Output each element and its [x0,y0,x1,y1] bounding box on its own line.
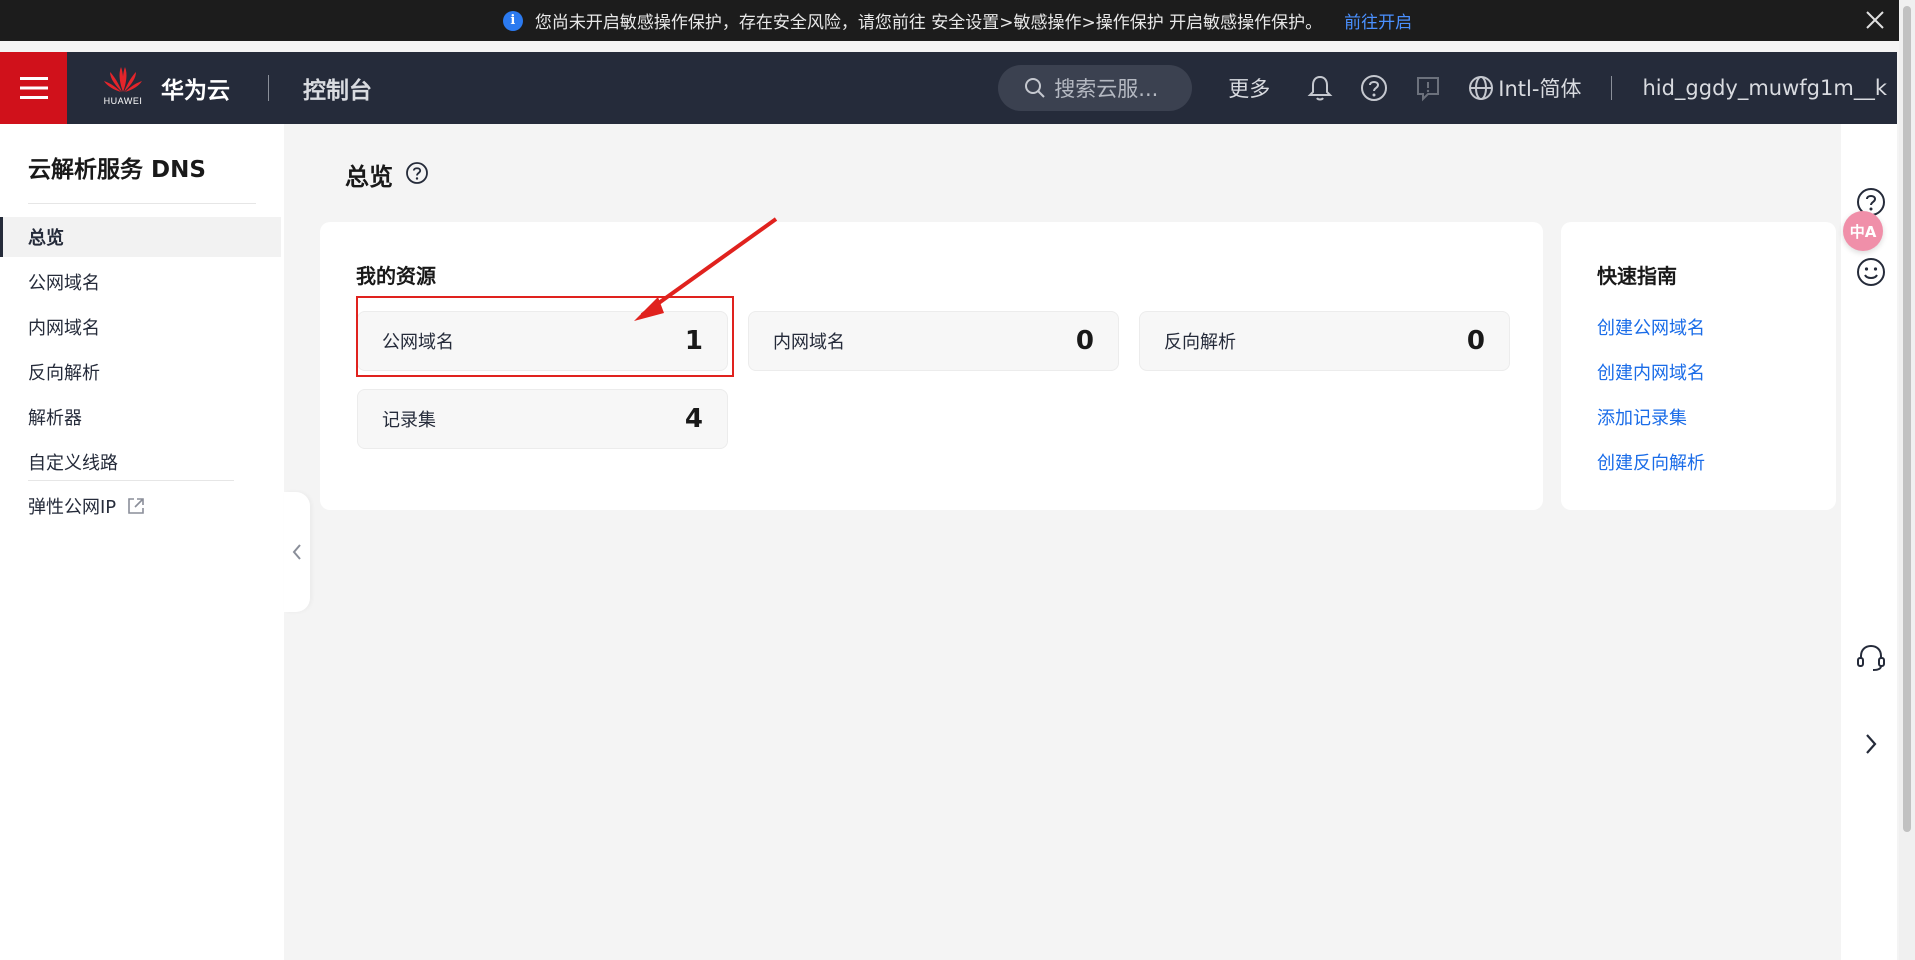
sidebar-item-label: 自定义线路 [28,453,118,474]
quick-guide-panel: 快速指南 创建公网域名 创建内网域名 添加记录集 创建反向解析 [1561,222,1836,510]
resource-card-count: 4 [684,404,703,434]
more-menu[interactable]: 更多 [1228,73,1270,103]
info-icon: i [502,10,523,31]
resource-card-reverse-resolution[interactable]: 反向解析 0 [1139,311,1510,371]
sidebar-item-label: 解析器 [28,408,82,429]
help-circle-icon[interactable] [405,161,429,185]
sidebar-item-custom-lines[interactable]: 自定义线路 [0,442,281,482]
chevron-right-icon [1866,734,1877,754]
help-button[interactable] [1360,74,1388,102]
sidebar-title: 云解析服务 DNS [28,157,206,183]
sidebar-item-label: 公网域名 [28,273,100,294]
top-header: HUAWEI 华为云 控制台 搜索云服... 更多 Intl-简体 hid_gg… [0,52,1897,124]
resource-card-label: 记录集 [382,410,436,431]
sidebar-item-eip[interactable]: 弹性公网IP [0,486,281,526]
feedback-button[interactable] [1414,74,1442,102]
chevron-left-icon [292,544,301,560]
huawei-flower-icon [104,67,142,92]
brand-name: 华为云 [161,78,230,104]
close-icon[interactable] [1863,8,1887,32]
language-label: Intl-简体 [1498,77,1582,101]
resource-card-count: 1 [684,326,703,356]
sidebar-divider [28,480,234,481]
resource-card-count: 0 [1075,326,1094,356]
sidebar: 云解析服务 DNS 总览 公网域名 内网域名 反向解析 解析器 自定义线路 弹性… [0,124,284,960]
sidebar-item-label: 弹性公网IP [28,497,117,518]
guide-link-create-reverse-resolution[interactable]: 创建反向解析 [1597,449,1705,475]
main-menu-button[interactable] [0,52,67,124]
guide-link-add-record-set[interactable]: 添加记录集 [1597,404,1687,430]
guide-link-create-public-zone[interactable]: 创建公网域名 [1597,314,1705,340]
resource-card-label: 内网域名 [773,332,845,353]
resource-card-count: 0 [1466,326,1485,356]
rail-customer-service-button[interactable] [1855,642,1887,674]
resource-card-public-zones[interactable]: 公网域名 1 [357,311,728,371]
bell-icon [1307,75,1333,101]
sidebar-item-resolver[interactable]: 解析器 [0,397,281,437]
sidebar-item-label: 内网域名 [28,318,100,339]
global-search[interactable]: 搜索云服... [998,65,1193,111]
page-title: 总览 [345,163,393,191]
quick-guide-title: 快速指南 [1597,264,1677,288]
header-divider [268,75,269,101]
resource-card-private-zones[interactable]: 内网域名 0 [748,311,1119,371]
my-resources-panel: 我的资源 公网域名 1 内网域名 0 反向解析 0 记录集 4 [320,222,1543,510]
search-placeholder: 搜索云服... [1054,77,1159,101]
headset-icon [1857,644,1885,671]
notification-button[interactable] [1306,74,1334,102]
resource-card-record-sets[interactable]: 记录集 4 [357,389,728,449]
header-divider-2 [1611,76,1613,100]
sidebar-title-divider [28,203,256,204]
sidebar-item-reverse-resolution[interactable]: 反向解析 [0,352,281,392]
sidebar-item-label: 反向解析 [28,363,100,384]
huawei-logo-mark: HUAWEI [99,64,147,112]
user-account-menu[interactable]: hid_ggdy_muwfg1m__k [1642,76,1887,100]
help-circle-icon [1361,75,1388,101]
message-icon [1417,77,1440,102]
language-switcher[interactable]: Intl-简体 [1468,73,1581,103]
external-link-icon [128,498,144,514]
hamburger-icon [19,77,48,99]
page-scrollbar-thumb[interactable] [1903,6,1911,832]
sidebar-item-public-zones[interactable]: 公网域名 [0,262,281,302]
enable-protection-link[interactable]: 前往开启 [1344,8,1412,33]
guide-link-create-private-zone[interactable]: 创建内网域名 [1597,359,1705,385]
globe-icon [1469,76,1494,100]
sidebar-item-private-zones[interactable]: 内网域名 [0,307,281,347]
logo-text: HUAWEI [103,96,143,106]
huawei-cloud-logo[interactable]: HUAWEI 华为云 [99,64,230,112]
console-link[interactable]: 控制台 [303,71,372,105]
smiley-icon [1857,258,1885,286]
sidebar-item-label: 总览 [28,228,64,249]
resource-card-label: 公网域名 [382,332,454,353]
translate-button[interactable]: 中A [1843,211,1883,251]
resource-card-label: 反向解析 [1164,332,1236,353]
security-notice-bar: i 您尚未开启敏感操作保护，存在安全风险，请您前往 安全设置>敏感操作>操作保护… [0,0,1915,41]
my-resources-title: 我的资源 [356,264,436,288]
search-icon [1025,78,1046,98]
sidebar-collapse-button[interactable] [284,492,310,612]
rail-feedback-button[interactable] [1855,256,1887,288]
notice-message: 您尚未开启敏感操作保护，存在安全风险，请您前往 安全设置>敏感操作>操作保护 开… [534,13,1323,33]
rail-expand-button[interactable] [1855,728,1887,760]
sidebar-item-overview[interactable]: 总览 [0,217,281,257]
